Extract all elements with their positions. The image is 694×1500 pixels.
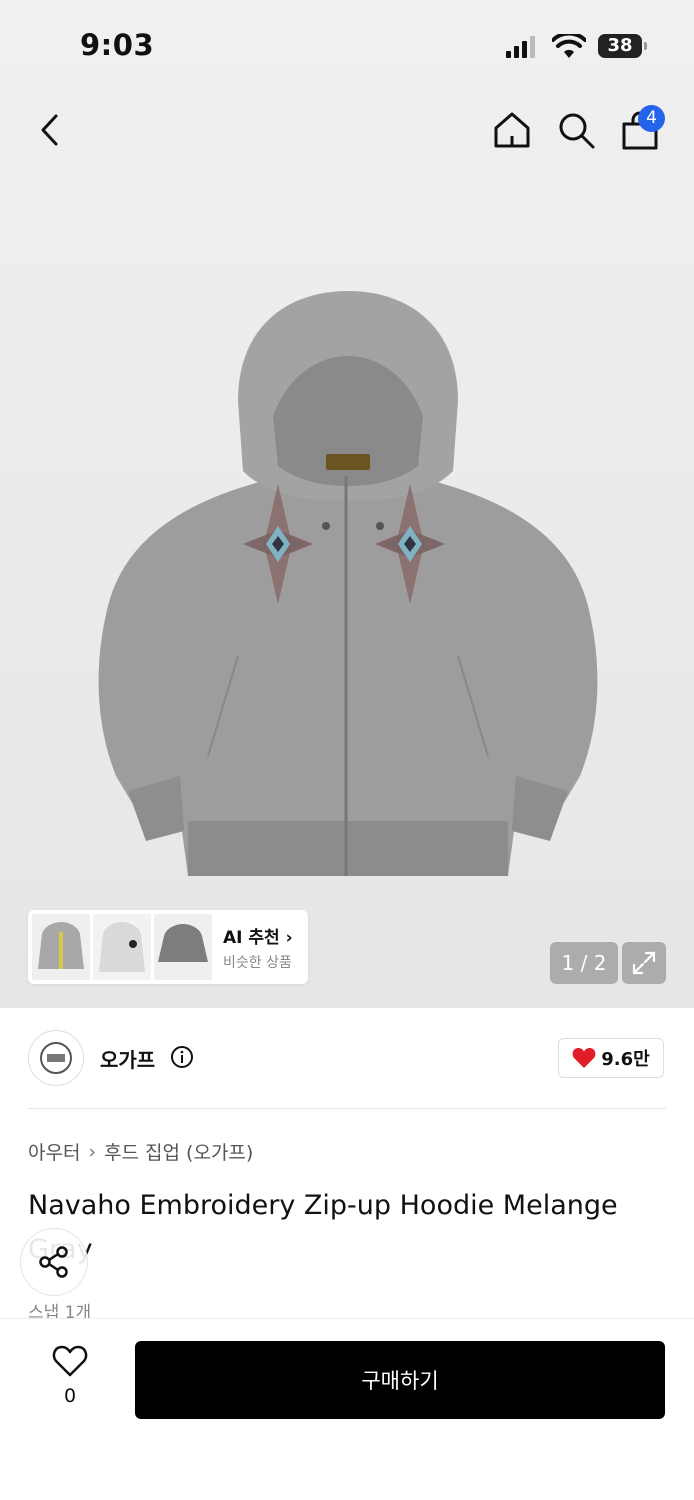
brand-name[interactable]: 오가프 [100, 1044, 155, 1073]
ai-recommend-title: AI 추천 › [223, 927, 293, 948]
product-image [98, 291, 598, 876]
recommend-thumbnail[interactable] [32, 914, 90, 980]
brand-logo-icon [40, 1042, 72, 1074]
wish-count: 0 [63, 1385, 77, 1407]
status-time: 9:03 [80, 28, 155, 62]
info-icon[interactable] [170, 1045, 194, 1069]
brand-logo[interactable] [28, 1030, 84, 1086]
recommend-thumbnail[interactable] [93, 914, 151, 980]
ai-recommend-card[interactable]: AI 추천 › 비슷한 상품 [28, 910, 308, 984]
wifi-icon [552, 34, 586, 58]
cart-count-badge: 4 [638, 105, 665, 132]
image-counter: 1 / 2 [550, 942, 618, 984]
heart-icon [572, 1048, 596, 1068]
battery-level: 38 [598, 34, 642, 58]
search-icon [559, 113, 595, 149]
back-button[interactable] [30, 108, 70, 152]
signal-icon [506, 36, 535, 58]
expand-icon [632, 951, 656, 975]
heart-outline-icon [52, 1345, 88, 1377]
expand-button[interactable] [622, 942, 666, 984]
chevron-right-icon: › [285, 927, 293, 948]
search-button[interactable] [554, 108, 598, 152]
product-title: Navaho Embroidery Zip-up Hoodie Melange … [28, 1190, 618, 1265]
breadcrumb-subcategory[interactable]: 후드 집업 (오가프) [104, 1138, 253, 1165]
share-icon [39, 1246, 68, 1278]
buy-button[interactable]: 구매하기 [135, 1341, 665, 1419]
share-button[interactable] [20, 1228, 88, 1296]
breadcrumb: 아우터 › 후드 집업 (오가프) [28, 1138, 253, 1165]
breadcrumb-category[interactable]: 아우터 [28, 1138, 80, 1165]
home-button[interactable] [490, 108, 534, 152]
bottom-action-bar: 0 구매하기 [0, 1318, 694, 1500]
status-bar: 9:03 38 [0, 0, 694, 90]
brand-row: 오가프 9.6만 [28, 1030, 666, 1086]
wish-button[interactable]: 0 [44, 1345, 96, 1415]
chevron-right-icon: › [88, 1140, 97, 1163]
home-icon [494, 112, 530, 148]
divider [28, 1108, 666, 1109]
recommend-thumbnail[interactable] [154, 914, 212, 980]
brand-like-button[interactable]: 9.6만 [558, 1038, 664, 1078]
battery-icon: 38 [598, 34, 648, 58]
brand-like-count: 9.6만 [601, 1049, 650, 1070]
ai-recommend-subtitle: 비슷한 상품 [223, 954, 292, 971]
back-icon [41, 114, 58, 146]
ai-recommend-text: AI 추천 › 비슷한 상품 [223, 923, 293, 972]
